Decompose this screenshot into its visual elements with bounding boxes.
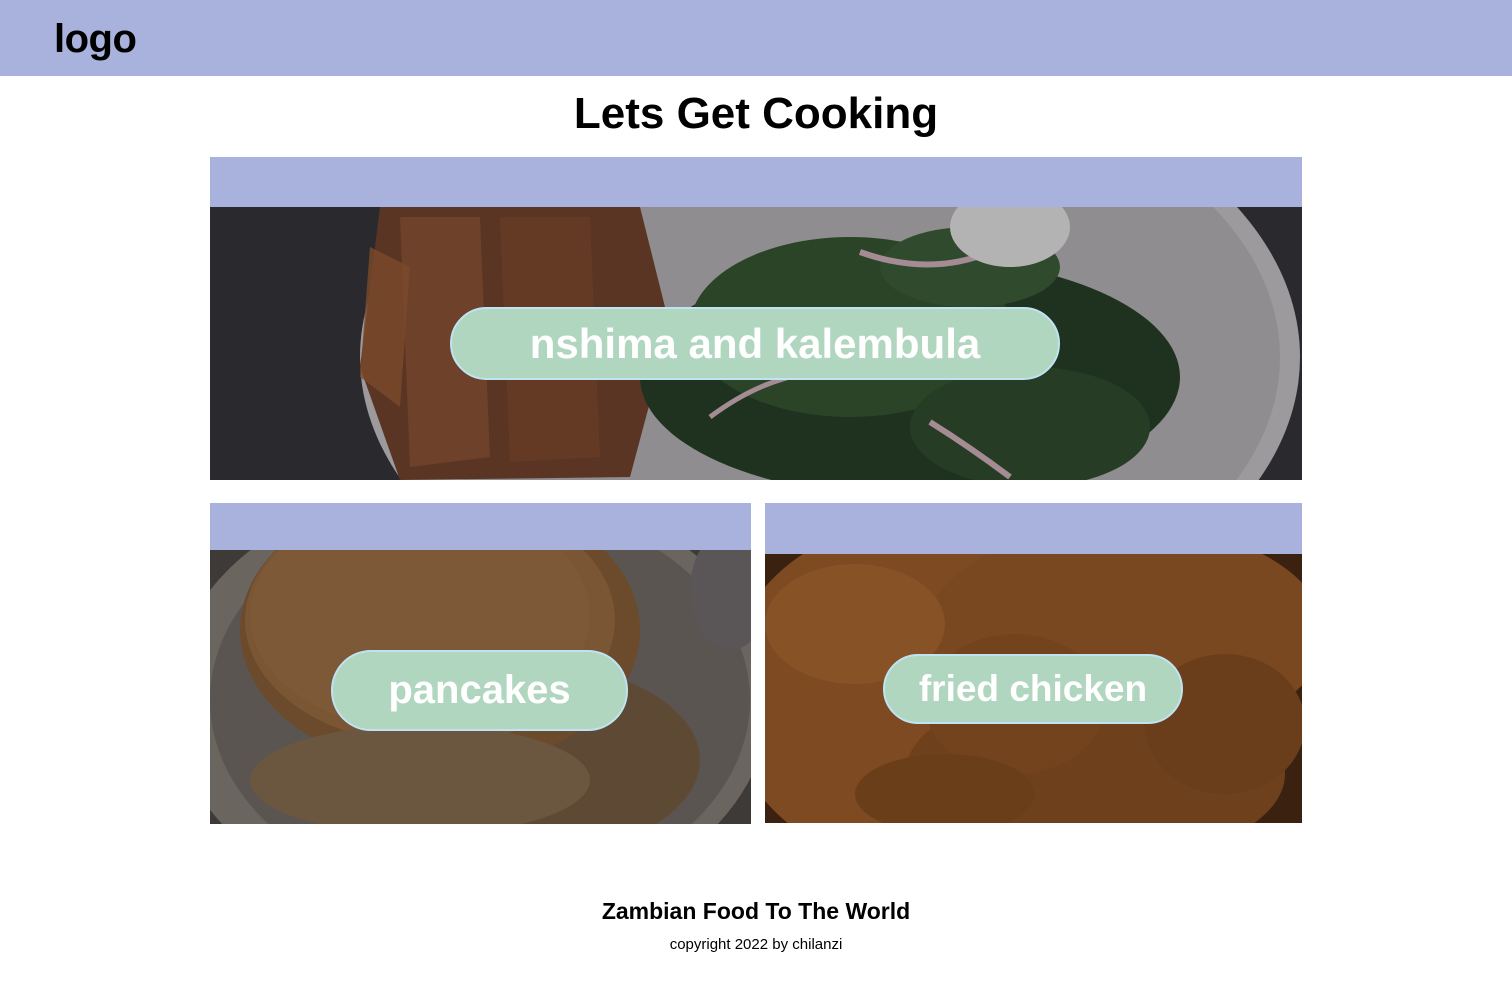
card-header-band	[765, 503, 1302, 554]
footer-copyright: copyright 2022 by chilanzi	[669, 936, 843, 953]
recipe-card-fried-chicken[interactable]: fried chicken	[765, 503, 1302, 823]
recipe-link-fried-chicken[interactable]: fried chicken	[883, 654, 1183, 724]
logo[interactable]: logo	[54, 16, 137, 62]
recipe-card-pancakes[interactable]: pancakes	[210, 503, 751, 824]
recipe-link-pancakes[interactable]: pancakes	[331, 650, 628, 731]
recipe-card-nshima[interactable]: nshima and kalembula	[210, 157, 1302, 480]
card-header-band	[210, 157, 1302, 207]
footer-title: Zambian Food To The World	[601, 898, 911, 924]
recipe-link-nshima-and-kalembula[interactable]: nshima and kalembula	[450, 307, 1060, 380]
page-title: Lets Get Cooking	[573, 89, 939, 138]
card-header-band	[210, 503, 751, 550]
top-navbar: logo	[0, 0, 1512, 76]
